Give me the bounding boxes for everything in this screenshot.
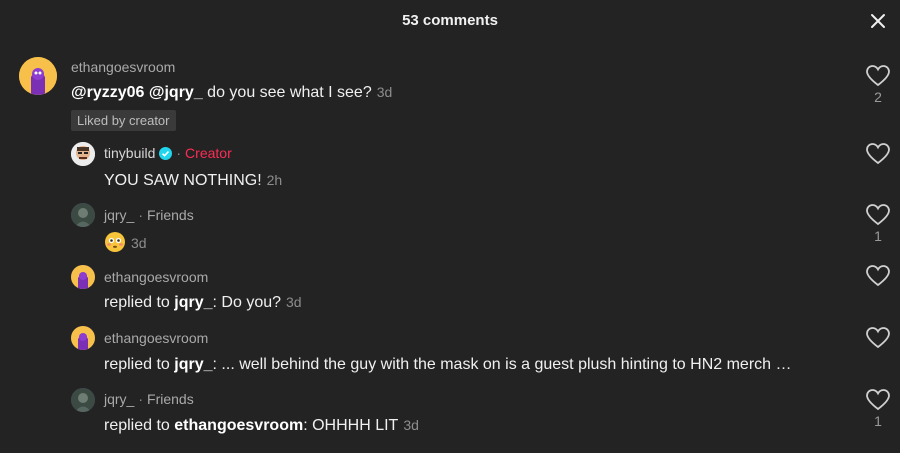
like-count: 1 [874, 413, 882, 429]
comment-body: : OHHHH LIT [303, 417, 399, 434]
comment-body: : ... well behind the guy with the mask … [212, 356, 792, 373]
comment-username[interactable]: ethangoesvroom [104, 269, 208, 285]
comment-time: 3d [131, 235, 147, 251]
avatar[interactable] [71, 388, 95, 412]
reply-target-link[interactable]: jqry_ [174, 356, 212, 373]
mention-link[interactable]: @jqry_ [149, 84, 203, 101]
comment-username[interactable]: ethangoesvroom [71, 59, 175, 75]
comment-time: 3d [286, 294, 302, 310]
comment-body: : Do you? [212, 294, 282, 311]
avatar[interactable] [71, 326, 95, 350]
heart-icon[interactable] [866, 143, 890, 165]
reply-target-link[interactable]: jqry_ [174, 294, 212, 311]
comment-time: 3d [403, 417, 419, 433]
like-count: 1 [874, 228, 882, 244]
comment-time: 3d [376, 84, 393, 100]
heart-icon[interactable] [866, 389, 890, 411]
heart-icon[interactable] [866, 265, 890, 287]
comment-username[interactable]: ethangoesvroom [104, 330, 208, 346]
comment-time: 2h [266, 172, 283, 188]
comment-body: do you see what I see? [207, 84, 372, 101]
separator-dot: · [138, 391, 144, 407]
comment-username-line: tinybuild · Creator [104, 145, 232, 161]
comment-text: YOU SAW NOTHING! 2h [104, 172, 282, 190]
comment-username-line: jqry_ · Friends [104, 391, 194, 407]
heart-icon[interactable] [866, 65, 890, 87]
liked-by-creator-badge: Liked by creator [71, 110, 176, 131]
comment-body: YOU SAW NOTHING! [104, 172, 262, 189]
avatar[interactable] [19, 57, 57, 95]
separator-dot: · [176, 145, 182, 161]
comment-text: @ryzzy06 @jqry_ do you see what I see? 3d [71, 84, 392, 102]
avatar[interactable] [71, 203, 95, 227]
comment-username-line: jqry_ · Friends [104, 207, 194, 223]
separator-dot: · [138, 207, 144, 223]
comment-text: 3d [104, 231, 147, 253]
friends-label: Friends [147, 207, 194, 223]
friends-label: Friends [147, 391, 194, 407]
flushed-face-emoji-icon [104, 231, 126, 253]
close-icon[interactable] [868, 11, 888, 31]
replied-to-prefix: replied to [104, 356, 170, 373]
reply-target-link[interactable]: ethangoesvroom [174, 417, 303, 434]
like-count: 2 [874, 89, 882, 105]
comment-text: replied to jqry_: Do you? 3d [104, 294, 302, 312]
comment-username[interactable]: jqry_ [104, 391, 134, 407]
replied-to-prefix: replied to [104, 294, 170, 311]
avatar[interactable] [71, 265, 95, 289]
avatar[interactable] [71, 142, 95, 166]
mention-link[interactable]: @ryzzy06 [71, 84, 144, 101]
replied-to-prefix: replied to [104, 417, 170, 434]
comments-header: 53 comments [0, 0, 900, 42]
heart-icon[interactable] [866, 204, 890, 226]
heart-icon[interactable] [866, 327, 890, 349]
comment-username[interactable]: tinybuild [104, 145, 155, 161]
verified-badge-icon [159, 147, 173, 160]
comment-text: replied to jqry_: ... well behind the gu… [104, 356, 792, 374]
comment-username[interactable]: jqry_ [104, 207, 134, 223]
comments-count-title: 53 comments [402, 12, 498, 29]
creator-label: Creator [185, 145, 232, 161]
comment-text: replied to ethangoesvroom: OHHHH LIT 3d [104, 417, 419, 435]
